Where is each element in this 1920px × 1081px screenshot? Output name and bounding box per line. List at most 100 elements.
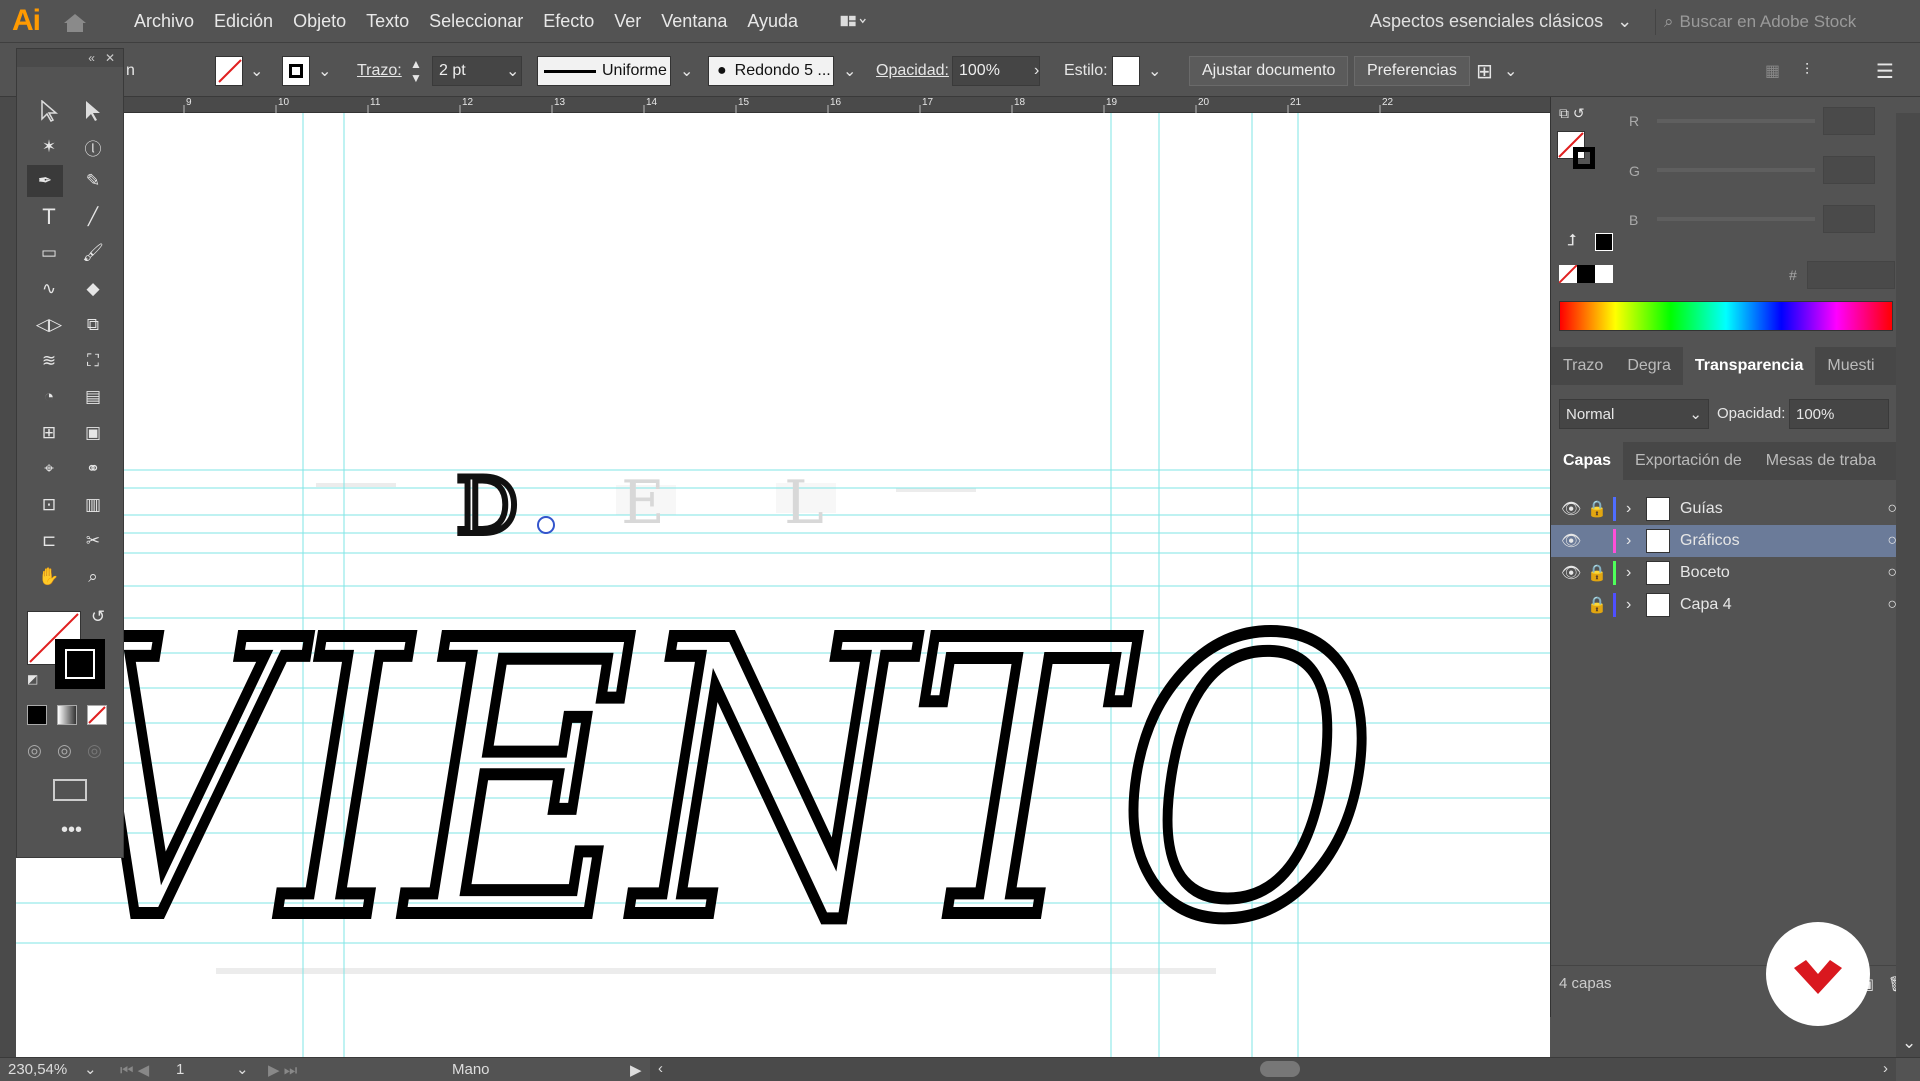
chevron-down-icon[interactable]: ⌄ xyxy=(680,56,693,86)
lock-icon[interactable]: 🔒 xyxy=(1587,563,1613,583)
stroke-profile[interactable]: Uniforme xyxy=(537,56,671,86)
menu-seleccionar[interactable]: Seleccionar xyxy=(419,11,533,32)
fill-swatch[interactable] xyxy=(215,56,243,86)
type-tool-icon[interactable]: T xyxy=(31,201,67,233)
chevron-right-icon[interactable]: › xyxy=(1626,596,1646,614)
swap-icon[interactable]: ⧉ ↺ xyxy=(1559,105,1585,122)
menu-edicion[interactable]: Edición xyxy=(204,11,283,32)
menu-efecto[interactable]: Efecto xyxy=(533,11,604,32)
lasso-icon[interactable]: ⓛ xyxy=(75,131,111,163)
color-mode-icon[interactable] xyxy=(27,705,47,725)
gradient-tool-icon[interactable]: ▣ xyxy=(75,417,111,449)
lock-icon[interactable]: 🔒 xyxy=(1587,595,1613,615)
layer-row[interactable]: 👁 🔒 › Guías ○ xyxy=(1551,493,1920,525)
lock-icon[interactable]: 🔒 xyxy=(1587,499,1613,519)
warp-tool-icon[interactable]: ≋ xyxy=(31,345,67,377)
hand-tool-icon[interactable]: ✋ xyxy=(31,561,67,593)
none-mode-icon[interactable] xyxy=(87,705,107,725)
artboard-tool-icon[interactable]: ⊏ xyxy=(31,525,67,557)
brush-definition[interactable]: ● Redondo 5 ... xyxy=(708,56,834,86)
gradient-mode-icon[interactable] xyxy=(57,705,77,725)
close-icon[interactable]: ✕ xyxy=(105,51,115,65)
chevron-down-icon[interactable]: ⌄ xyxy=(1148,56,1161,86)
hex-input[interactable] xyxy=(1807,261,1895,289)
menu-ventana[interactable]: Ventana xyxy=(651,11,737,32)
selection-tool-icon[interactable] xyxy=(31,95,67,127)
color-spectrum[interactable] xyxy=(1559,301,1893,331)
chevron-right-icon[interactable]: › xyxy=(1626,500,1646,518)
tab-transparencia[interactable]: Transparencia xyxy=(1682,347,1816,385)
ruler-horizontal[interactable]: 9 10 11 12 13 14 15 16 17 18 19 20 21 22 xyxy=(124,97,1550,113)
b-slider[interactable] xyxy=(1657,217,1815,221)
eye-icon[interactable]: 👁 xyxy=(1561,563,1587,583)
vertical-scrollbar[interactable]: ⌄ xyxy=(1896,113,1920,1057)
zoom-tool-icon[interactable]: ⌕ xyxy=(75,561,111,593)
black-color-chip[interactable] xyxy=(1577,265,1595,283)
chevron-right-icon[interactable]: › xyxy=(1883,1060,1888,1077)
menu-objeto[interactable]: Objeto xyxy=(283,11,356,32)
draw-behind-icon[interactable]: ◎ xyxy=(57,741,72,761)
eraser-icon[interactable]: ◆ xyxy=(75,273,111,305)
perspective-grid-icon[interactable]: ▤ xyxy=(75,381,111,413)
zoom-level[interactable]: 230,54% xyxy=(8,1061,67,1078)
workspace-switcher[interactable]: Aspectos esenciales clásicos ⌄ xyxy=(1370,11,1632,32)
grid-icon[interactable]: ▦ xyxy=(1765,56,1780,86)
chevron-right-icon[interactable]: › xyxy=(1626,564,1646,582)
transparency-opacity-input[interactable]: 100% xyxy=(1789,399,1889,429)
blend-tool-icon[interactable]: ⚭ xyxy=(75,453,111,485)
tab-trazo[interactable]: Trazo xyxy=(1551,347,1615,385)
style-swatch[interactable] xyxy=(1112,56,1140,86)
chevron-down-icon[interactable]: ⌄ xyxy=(236,1060,249,1078)
layer-row[interactable]: 👁 🔒 › Boceto ○ xyxy=(1551,557,1920,589)
play-icon[interactable]: ▶ xyxy=(630,1061,642,1079)
layer-name[interactable]: Guías xyxy=(1680,500,1723,518)
draw-inside-icon[interactable]: ◎ xyxy=(87,741,102,761)
artboard-canvas[interactable]: D E L VIENTO xyxy=(16,113,1550,1057)
g-slider[interactable] xyxy=(1657,168,1815,172)
out-of-gamut-icon[interactable]: ⮥ xyxy=(1567,232,1576,250)
free-transform-icon[interactable]: ⛶ xyxy=(75,345,111,377)
opacity-input[interactable]: 100% xyxy=(952,56,1040,86)
eyedropper-icon[interactable]: ⌖ xyxy=(31,453,67,485)
artboard-nav-next-icon[interactable]: ▶ ⏭ xyxy=(268,1061,297,1079)
pen-tool-icon[interactable]: ✒ xyxy=(27,165,63,197)
white-color-chip[interactable] xyxy=(1595,265,1613,283)
arrange-documents-icon[interactable] xyxy=(840,12,866,30)
toolbar-grip[interactable]: «✕ xyxy=(17,49,123,67)
screen-mode-icon[interactable] xyxy=(53,779,87,801)
preferences-button[interactable]: Preferencias xyxy=(1354,56,1470,86)
layer-name[interactable]: Gráficos xyxy=(1680,532,1740,550)
menu-archivo[interactable]: Archivo xyxy=(124,11,204,32)
menu-ver[interactable]: Ver xyxy=(604,11,651,32)
menu-ayuda[interactable]: Ayuda xyxy=(737,11,808,32)
fit-document-button[interactable]: Ajustar documento xyxy=(1189,56,1349,86)
r-slider[interactable] xyxy=(1657,119,1815,123)
direct-selection-tool-icon[interactable] xyxy=(75,95,111,127)
chevron-right-icon[interactable]: › xyxy=(1034,56,1039,86)
distribute-icon[interactable]: ⫶ xyxy=(1805,56,1809,86)
layer-name[interactable]: Capa 4 xyxy=(1680,596,1732,614)
curvature-tool-icon[interactable]: ✎ xyxy=(75,165,111,197)
artboard-number[interactable]: 1 xyxy=(176,1061,184,1078)
eye-icon[interactable]: 👁 xyxy=(1561,499,1587,519)
stroke-color-swatch[interactable] xyxy=(55,639,105,689)
b-input[interactable] xyxy=(1823,205,1875,233)
layer-name[interactable]: Boceto xyxy=(1680,564,1730,582)
chevron-down-icon[interactable]: ⌄ xyxy=(1504,56,1517,86)
artboard-nav-icon[interactable]: ⏮ ◀ xyxy=(120,1061,149,1079)
collapse-icon[interactable]: « xyxy=(88,51,95,65)
web-safe-black-swatch[interactable] xyxy=(1595,233,1613,251)
chevron-down-icon[interactable]: ⌄ xyxy=(250,56,263,86)
rectangle-tool-icon[interactable]: ▭ xyxy=(31,237,67,269)
align-icon[interactable]: ⊞ xyxy=(1476,56,1493,86)
stroke-swatch[interactable] xyxy=(282,56,310,86)
panel-menu-icon[interactable]: ☰ xyxy=(1876,56,1894,86)
g-input[interactable] xyxy=(1823,156,1875,184)
mesh-tool-icon[interactable]: ⊞ xyxy=(31,417,67,449)
opacity-label[interactable]: Opacidad: xyxy=(876,56,949,86)
scroll-thumb[interactable] xyxy=(1260,1061,1300,1077)
panel-stroke-swatch[interactable] xyxy=(1573,147,1595,169)
chevron-down-icon[interactable]: ⌄ xyxy=(84,1060,97,1078)
chevron-down-icon[interactable]: ⌄ xyxy=(843,56,856,86)
none-color-chip[interactable] xyxy=(1558,264,1578,284)
